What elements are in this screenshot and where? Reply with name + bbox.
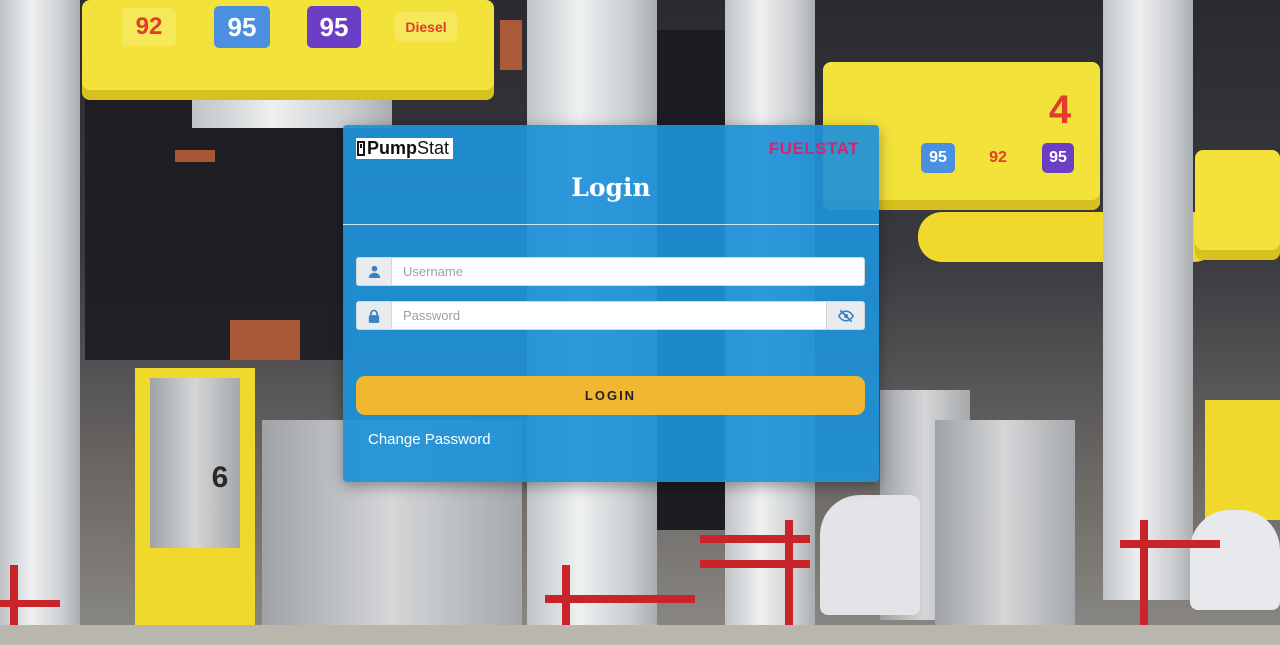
pump-number: 4	[1048, 87, 1072, 132]
car	[820, 495, 920, 615]
login-button[interactable]: LOGIN	[356, 376, 865, 415]
pumpstat-logo: Pump Stat	[356, 138, 454, 159]
car	[1190, 510, 1280, 610]
lock-icon	[357, 302, 392, 329]
fuel-dispenser	[935, 420, 1075, 630]
ground	[0, 625, 1280, 645]
price-canopy-far	[1195, 150, 1280, 260]
price-sign: 95	[921, 143, 955, 173]
window-light	[500, 20, 522, 70]
barrier	[0, 600, 60, 607]
fuel-pump-icon	[357, 141, 365, 156]
pillar	[0, 0, 80, 645]
window-light	[230, 320, 300, 360]
price-sign: 95	[307, 6, 361, 48]
pillar	[1103, 0, 1193, 600]
window-light	[175, 150, 215, 162]
username-input[interactable]	[392, 258, 864, 285]
pump-frame	[1205, 400, 1280, 520]
barrier	[1120, 540, 1220, 548]
divider	[343, 224, 879, 225]
page-title: Login	[571, 173, 651, 202]
login-card: PumpStat FUELSTAT Login LOGIN Change Pas…	[343, 125, 879, 482]
password-field	[356, 301, 865, 330]
canopy-support	[192, 100, 392, 128]
fuelstat-brand: FUELSTAT	[768, 139, 859, 158]
price-sign: 92	[989, 149, 1007, 166]
username-field	[356, 257, 865, 286]
logo-prefix: Pump	[367, 138, 418, 158]
barrier	[1140, 520, 1148, 630]
price-sign: 95	[1042, 143, 1074, 173]
barrier	[700, 560, 810, 568]
price-sign: 95	[214, 6, 270, 48]
pump-number: 6	[211, 461, 229, 494]
eye-slash-icon[interactable]	[826, 302, 864, 329]
barrier	[700, 535, 810, 543]
price-sign: 92	[122, 8, 176, 46]
password-input[interactable]	[392, 302, 826, 329]
logo-suffix: Stat	[417, 138, 450, 158]
change-password-link[interactable]: Change Password	[368, 431, 491, 448]
price-sign: Diesel	[395, 12, 457, 42]
barrier	[785, 520, 793, 630]
user-icon	[357, 258, 392, 285]
